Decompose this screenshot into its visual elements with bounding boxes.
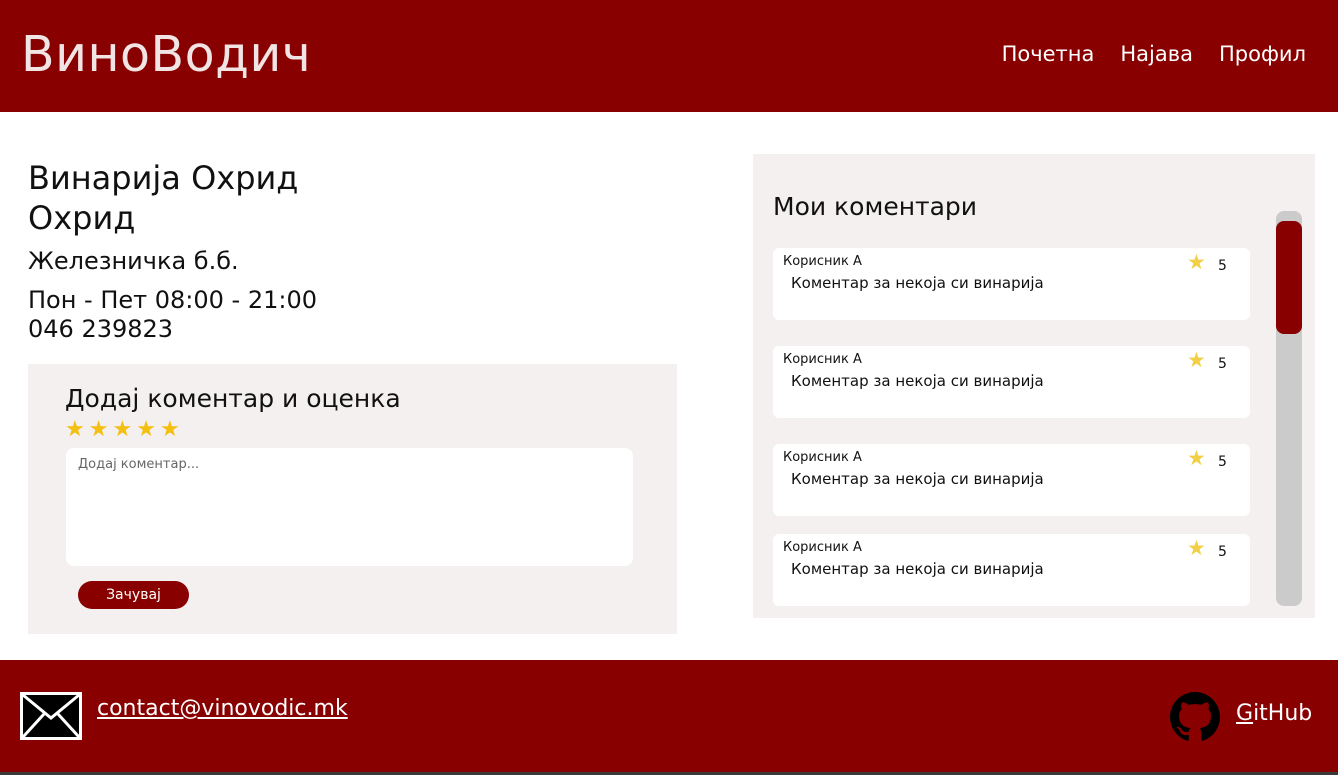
nav-login[interactable]: Најава: [1120, 42, 1193, 66]
comment-text: Коментар за некоја си винарија: [791, 274, 1044, 292]
github-icon[interactable]: [1170, 692, 1220, 742]
comment-user: Корисник А: [783, 450, 862, 465]
nav-home[interactable]: Почетна: [1002, 42, 1095, 66]
star-icon[interactable]: ★: [65, 419, 85, 441]
comment-text: Коментар за некоја си винарија: [791, 470, 1044, 488]
email-link[interactable]: contact@vinovodic.mk: [97, 696, 348, 721]
github-link-rest: itHub: [1253, 701, 1313, 726]
winery-hours: Пон - Пет 08:00 - 21:00: [28, 286, 318, 314]
comment-user: Корисник А: [783, 254, 862, 269]
comment-input[interactable]: [66, 448, 633, 566]
winery-phone: 046 239823: [28, 315, 174, 343]
save-button[interactable]: Зачувај: [78, 581, 189, 609]
star-icon[interactable]: ★: [136, 419, 156, 441]
comment-user: Корисник А: [783, 352, 862, 367]
comment-card: Корисник А ★ 5 Коментар за некоја си вин…: [773, 534, 1250, 606]
footer: contact@vinovodic.mk GitHub: [0, 660, 1338, 772]
comment-score: 5: [1218, 258, 1227, 274]
winery-city: Охрид: [28, 199, 136, 237]
comment-score: 5: [1218, 454, 1227, 470]
star-icon[interactable]: ★: [89, 419, 109, 441]
github-link-initial: G: [1236, 701, 1254, 726]
star-icon: ★: [1187, 446, 1206, 470]
main-nav: Почетна Најава Профил: [1002, 42, 1306, 66]
mail-icon: [20, 692, 82, 740]
add-comment-title: Додај коментар и оценка: [65, 384, 401, 413]
nav-profile[interactable]: Профил: [1219, 42, 1306, 66]
winery-info: Винарија Охрид Охрид Железничка б.б. Пон…: [28, 158, 317, 344]
comments-scrollbar[interactable]: [1276, 211, 1302, 606]
my-comments-title: Мои коментари: [773, 192, 978, 221]
winery-name: Винарија Охрид: [28, 159, 299, 197]
comment-text: Коментар за некоја си винарија: [791, 560, 1044, 578]
star-icon: ★: [1187, 250, 1206, 274]
star-icon: ★: [1187, 536, 1206, 560]
comment-card: Корисник А ★ 5 Коментар за некоја си вин…: [773, 346, 1250, 418]
star-icon[interactable]: ★: [160, 419, 180, 441]
comment-score: 5: [1218, 356, 1227, 372]
comment-score: 5: [1218, 544, 1227, 560]
comment-text: Коментар за некоја си винарија: [791, 372, 1044, 390]
comment-card: Корисник А ★ 5 Коментар за некоја си вин…: [773, 248, 1250, 320]
brand-logo[interactable]: ВиноВодич: [21, 26, 311, 83]
scrollbar-thumb[interactable]: [1276, 221, 1302, 334]
github-link[interactable]: GitHub: [1236, 701, 1312, 726]
add-comment-panel: Додај коментар и оценка ★ ★ ★ ★ ★ Зачува…: [28, 364, 677, 634]
comment-user: Корисник А: [783, 540, 862, 555]
comment-card: Корисник А ★ 5 Коментар за некоја си вин…: [773, 444, 1250, 516]
star-icon: ★: [1187, 348, 1206, 372]
winery-address: Железничка б.б.: [28, 247, 239, 275]
rating-stars: ★ ★ ★ ★ ★: [65, 419, 180, 441]
my-comments-panel: Мои коментари Корисник А ★ 5 Коментар за…: [753, 154, 1315, 618]
header: ВиноВодич Почетна Најава Профил: [0, 0, 1338, 112]
star-icon[interactable]: ★: [112, 419, 132, 441]
